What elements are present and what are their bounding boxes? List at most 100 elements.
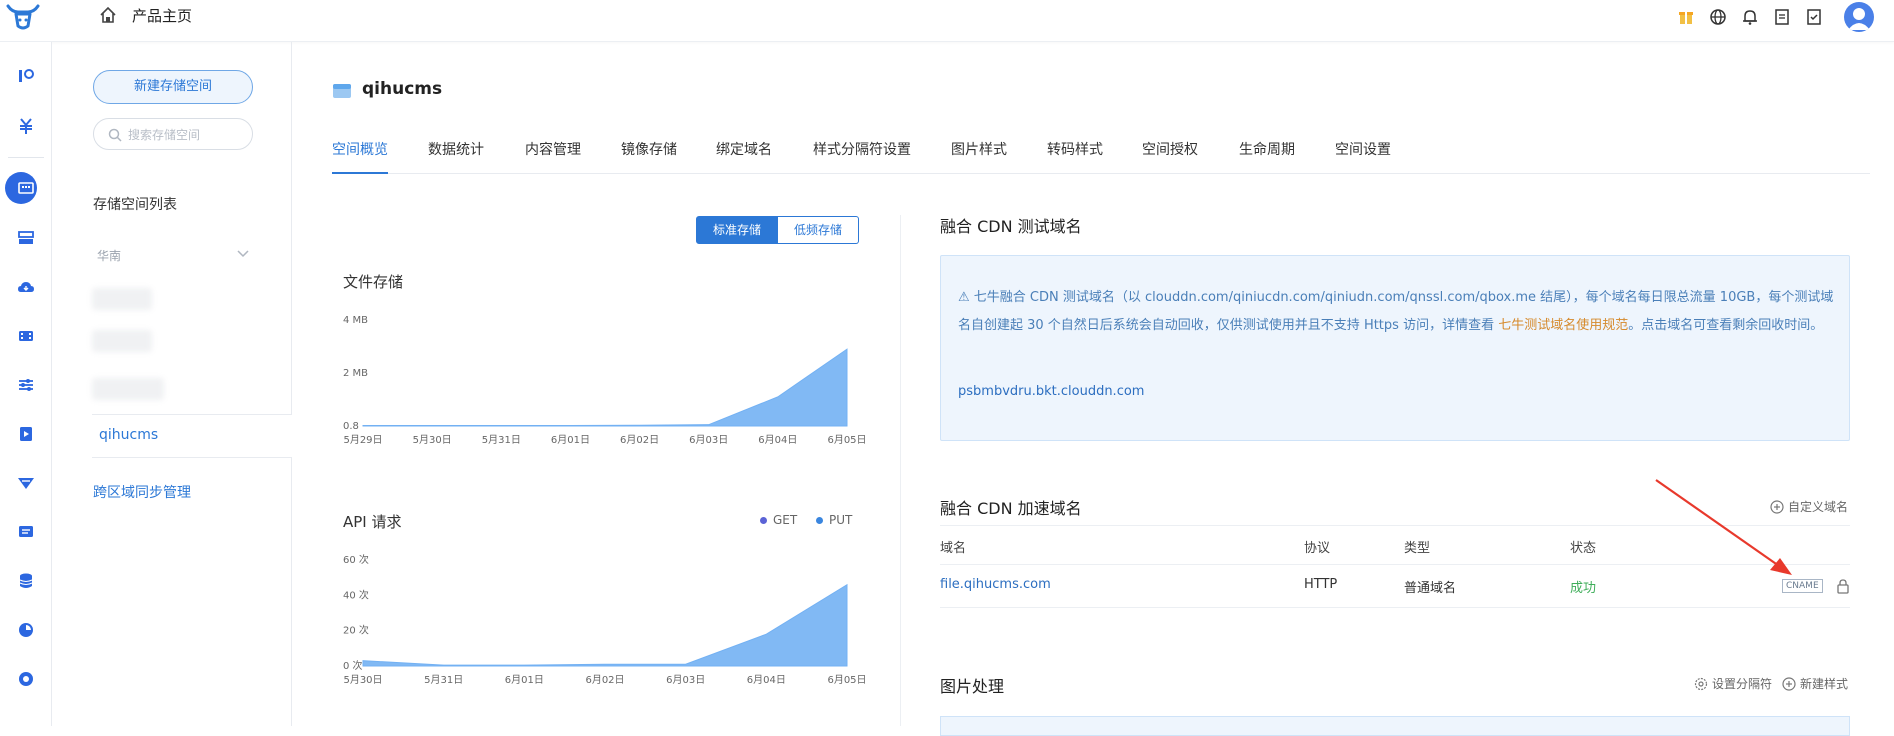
gear-icon [1694, 677, 1708, 690]
y-tick-label: 40 次 [343, 588, 369, 601]
lock-icon[interactable] [1836, 578, 1850, 594]
top-bar: 产品主页 [0, 0, 1894, 42]
y-tick-label: 0.8 [343, 421, 359, 432]
tab-settings[interactable]: 空间设置 [1335, 139, 1391, 174]
rail-database-icon[interactable] [0, 563, 52, 599]
legend-get-label: GET [773, 513, 798, 527]
redacted-bucket[interactable] [92, 330, 152, 352]
rail-coin-icon[interactable] [0, 661, 52, 697]
tab-domain[interactable]: 绑定域名 [716, 139, 772, 174]
x-tick-label: 5月30日 [343, 674, 382, 686]
qiniu-logo-icon[interactable] [4, 2, 42, 32]
test-domain-rules-link[interactable]: 七牛测试域名使用规范 [1498, 318, 1628, 333]
x-tick-label: 6月05日 [827, 434, 866, 446]
rail-storage-icon[interactable] [0, 170, 52, 206]
row-protocol: HTTP [1304, 577, 1338, 592]
checklist-icon[interactable] [1798, 3, 1830, 31]
rail-video-icon[interactable] [0, 318, 52, 354]
legend-put-dot [816, 516, 823, 524]
tab-mirror[interactable]: 镜像存储 [621, 139, 677, 174]
set-separator-label: 设置分隔符 [1712, 677, 1773, 691]
rail-server-icon[interactable] [0, 220, 52, 256]
col-type: 类型 [1404, 541, 1431, 556]
x-tick-label: 5月30日 [413, 434, 452, 446]
rail-cloud-icon[interactable] [0, 269, 52, 305]
rail-message-icon[interactable] [0, 514, 52, 550]
new-bucket-button[interactable]: 新建存储空间 [93, 70, 253, 104]
rail-yuan-icon[interactable] [0, 108, 52, 144]
col-status: 状态 [1570, 541, 1597, 556]
tab-content[interactable]: 内容管理 [525, 139, 581, 174]
tab-separator[interactable]: 样式分隔符设置 [813, 139, 911, 174]
redacted-bucket[interactable] [92, 378, 164, 400]
globe-icon[interactable] [1702, 3, 1734, 31]
gift-icon[interactable] [1670, 3, 1702, 31]
rail-sliders-icon[interactable] [0, 367, 52, 403]
bucket-icon [333, 84, 351, 98]
storage-chart-title: 文件存储 [343, 273, 404, 291]
product-rail [0, 42, 52, 726]
rail-media-icon[interactable] [0, 416, 52, 452]
bell-icon[interactable] [1734, 3, 1766, 31]
bucket-list-title: 存储空间列表 [93, 197, 177, 213]
y-tick-label: 0 次 [343, 659, 363, 672]
image-processing-title: 图片处理 [940, 677, 1005, 696]
y-tick-label: 4 MB [343, 315, 368, 326]
x-tick-label: 6月02日 [585, 674, 624, 686]
plus-circle-icon [1782, 676, 1796, 691]
red-arrow-annotation [1655, 479, 1792, 575]
api-chart-title: API 请求 [343, 513, 402, 531]
x-tick-label: 6月03日 [689, 434, 728, 446]
legend-put[interactable]: PUT [816, 513, 852, 527]
home-link[interactable]: 产品主页 [132, 5, 192, 26]
bucket-search-input[interactable] [128, 126, 248, 144]
column-divider [900, 215, 901, 726]
set-separator-button[interactable]: 设置分隔符 [1694, 675, 1772, 692]
api-chart: 60 次 40 次 20 次 0 次 5月30日 5月31日 6月01日 6月02日 6月03日… [343, 553, 867, 686]
rail-pie-icon[interactable] [0, 612, 52, 648]
image-processing-box [940, 716, 1850, 736]
x-tick-label: 6月04日 [758, 434, 797, 446]
user-avatar[interactable] [1844, 2, 1874, 32]
row-domain-link[interactable]: file.qihucms.com [940, 577, 1051, 592]
rail-divider [8, 157, 44, 158]
x-tick-label: 6月05日 [827, 674, 866, 686]
bucket-item-label: qihucms [99, 427, 159, 443]
cname-badge[interactable]: CNAME [1782, 579, 1823, 593]
region-selector[interactable]: 华南 [97, 247, 252, 264]
y-tick-label: 20 次 [343, 624, 369, 637]
home-icon[interactable] [98, 5, 118, 25]
cross-region-sync-link[interactable]: 跨区域同步管理 [93, 482, 191, 502]
tab-transcode[interactable]: 转码样式 [1047, 139, 1103, 174]
tab-lifecycle[interactable]: 生命周期 [1239, 139, 1295, 174]
tab-statistics[interactable]: 数据统计 [428, 139, 484, 174]
bucket-tabs: 空间概览 数据统计 内容管理 镜像存储 绑定域名 样式分隔符设置 图片样式 转码… [332, 130, 1870, 174]
tab-image-style[interactable]: 图片样式 [951, 139, 1007, 174]
x-tick-label: 5月31日 [424, 674, 463, 686]
bucket-sidebar: 新建存储空间 存储空间列表 华南 qihucms 跨区域同步管理 [52, 42, 292, 726]
top-actions [1670, 2, 1874, 32]
rail-cdn-icon[interactable] [0, 465, 52, 501]
x-tick-label: 6月01日 [551, 434, 590, 446]
cdn-test-title: 融合 CDN 测试域名 [940, 217, 1082, 236]
bucket-search[interactable] [93, 118, 253, 150]
bucket-item-selected[interactable]: qihucms [92, 414, 292, 458]
rail-analytics-icon[interactable] [0, 58, 52, 94]
legend-get[interactable]: GET [760, 513, 797, 527]
cdn-test-notice: ⚠ 七牛融合 CDN 测试域名（以 clouddn.com/qiniucdn.c… [940, 255, 1850, 441]
new-style-button[interactable]: 新建样式 [1782, 675, 1848, 692]
test-domain-link[interactable]: psbmbvdru.bkt.clouddn.com [958, 384, 1144, 399]
redacted-bucket[interactable] [92, 288, 152, 310]
x-tick-label: 5月29日 [343, 434, 382, 446]
y-tick-label: 2 MB [343, 368, 368, 379]
x-tick-label: 5月31日 [482, 434, 521, 446]
legend-get-dot [760, 516, 767, 524]
chevron-down-icon [237, 250, 249, 258]
document-icon[interactable] [1766, 3, 1798, 31]
tab-overview[interactable]: 空间概览 [332, 139, 388, 174]
cdn-accel-title: 融合 CDN 加速域名 [940, 499, 1082, 518]
y-tick-label: 60 次 [343, 553, 369, 566]
tab-authorization[interactable]: 空间授权 [1142, 139, 1198, 174]
standard-storage-button[interactable]: 标准存储 [696, 216, 779, 244]
low-freq-storage-button[interactable]: 低频存储 [778, 216, 860, 244]
